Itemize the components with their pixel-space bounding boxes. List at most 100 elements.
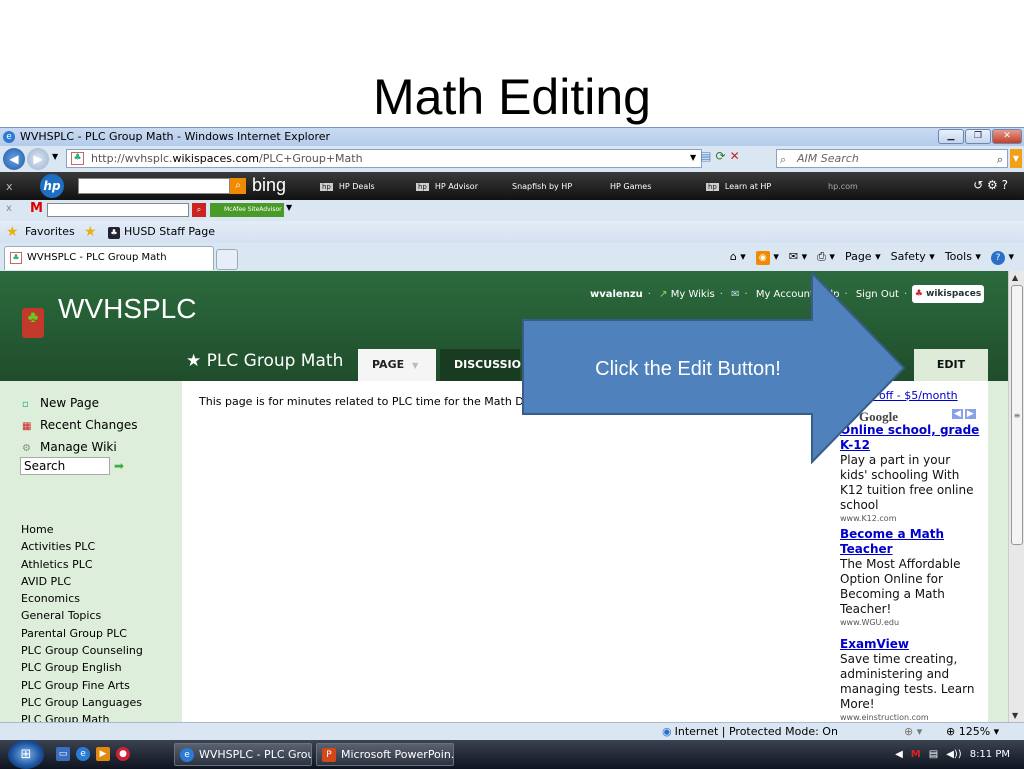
maximize-button[interactable]: ❐ [965,129,991,144]
wiki-logo[interactable]: ♣ WVHSPLC [22,293,196,338]
mcafee-toolbar: x M ⌕ McAfee SiteAdvisor ▼ [0,200,1024,220]
hp-search-input[interactable] [78,178,230,194]
edit-button[interactable]: EDIT [914,349,988,381]
stop-icon[interactable]: ✕ [730,149,740,167]
tab-discussion[interactable]: DISCUSSIO [440,349,521,381]
siteadvisor-button[interactable]: McAfee SiteAdvisor [210,203,284,217]
tab-wvhsplc[interactable]: ♣ WVHSPLC - PLC Group Math [4,246,214,270]
address-bar[interactable]: ♣ http://wvhsplc.wikispaces.com/PLC+Grou… [66,149,702,168]
sidebar-link[interactable]: Athletics PLC [21,556,143,573]
sidebar-link[interactable]: PLC Group Languages [21,694,143,711]
ie-quicklaunch-icon[interactable]: e [76,747,90,761]
back-button[interactable]: ◀ [3,148,25,170]
taskbar-powerpoint-window[interactable]: P Microsoft PowerPoin... [316,743,454,766]
close-button[interactable]: ✕ [992,129,1022,144]
sidebar-link[interactable]: PLC Group Counseling [21,642,143,659]
sidebar-link[interactable]: Economics [21,590,143,607]
scroll-thumb[interactable]: ≡ [1011,285,1023,545]
new-tab-button[interactable] [216,249,238,270]
tab-page[interactable]: PAGE ▼ [358,349,436,381]
page-menu[interactable]: Page ▾ [845,248,881,266]
site-favicon-icon: ♣ [71,152,84,165]
security-zone[interactable]: ◉ Internet | Protected Mode: On [662,723,838,741]
ad-url[interactable]: www.WGU.edu [840,617,980,628]
new-page-link[interactable]: ▫ New Page [22,393,137,415]
zoom-level[interactable]: ⊕ 125% ▾ [946,723,999,741]
ad-title[interactable]: ExamView [840,637,980,652]
firefox-icon[interactable]: ● [116,747,130,761]
hpcom-link[interactable]: hp.com [828,182,858,191]
sidebar-link[interactable]: Home [21,521,143,538]
wikispaces-badge[interactable]: ♣ wikispaces [912,285,984,303]
clock[interactable]: 8:11 PM [970,740,1010,769]
url-prefix: http://wvhsplc. [91,152,173,165]
mail-icon[interactable]: ✉ ▾ [789,248,807,266]
manage-wiki-link[interactable]: ⚙ Manage Wiki [22,437,137,459]
refresh-icon[interactable]: ⟳ [716,149,726,167]
siteadvisor-dropdown-icon[interactable]: ▼ [286,203,292,212]
sidebar-link[interactable]: PLC Group English [21,659,143,676]
history-dropdown-icon[interactable]: ▼ [52,152,58,161]
forward-button[interactable]: ▶ [27,148,49,170]
sidebar-link[interactable]: Activities PLC [21,538,143,555]
taskbar-ie-window[interactable]: eWVHSPLC - PLC Grou... [174,743,312,766]
snapfish-link[interactable]: Snapfish by HP [512,182,572,191]
recent-changes-link[interactable]: ▦ Recent Changes [22,415,137,437]
start-button[interactable]: ⊞ [8,740,44,769]
tray-expand-icon[interactable]: ◀ [895,740,903,769]
address-dropdown-icon[interactable]: ▼ [690,149,696,167]
learn-at-hp-link[interactable]: hp Learn at HP [706,182,771,191]
print-icon[interactable]: ⎙ ▾ [817,248,835,266]
safety-menu[interactable]: Safety ▾ [891,248,935,266]
network-tray-icon[interactable]: ▤ [929,740,938,769]
powerpoint-icon: P [322,748,336,762]
hp-deals-link[interactable]: hp HP Deals [320,182,375,191]
search-go-icon[interactable]: ⌕ [997,151,1003,168]
ad-title[interactable]: Become a Math Teacher [840,527,980,557]
protected-mode-icon[interactable]: ⊕ ▾ [904,723,922,741]
ad-nav-icon[interactable]: ◀ ▶ [950,409,976,419]
favorites-button[interactable]: Favorites [25,221,75,243]
callout-text: Click the Edit Button! [595,358,781,380]
mcafee-search-icon[interactable]: ⌕ [192,203,206,217]
sidebar-link[interactable]: PLC Group Math [21,711,143,722]
vertical-scrollbar[interactable]: ▲ ≡ ▼ [1008,271,1024,722]
callout-arrow: Click the Edit Button! [522,272,906,464]
sidebar-link[interactable]: PLC Group Fine Arts [21,677,143,694]
favorites-star-icon[interactable]: ★ [6,221,19,243]
search-go-arrow-icon[interactable]: ➡ [114,459,124,473]
hp-games-link[interactable]: HP Games [610,182,651,191]
husd-staff-link[interactable]: ♣ HUSD Staff Page [108,221,215,243]
window-title: WVHSPLC - PLC Group Math - Windows Inter… [20,130,331,143]
sidebar-link[interactable]: General Topics [21,607,143,624]
hp-toolbar-close-icon[interactable]: x [6,180,13,193]
hp-advisor-link[interactable]: hp HP Advisor [416,182,478,191]
ad-body: Save time creating, administering and ma… [840,652,975,711]
search-box[interactable]: ⌕ AIM Search ⌕ [776,149,1008,168]
compatibility-icon[interactable]: ▤ [700,149,711,167]
mcafee-tray-icon[interactable]: M [911,740,921,769]
scroll-up-icon[interactable]: ▲ [1012,273,1018,282]
windows-taskbar: ⊞ ▭ e ▶ ● eWVHSPLC - PLC Grou... PMicros… [0,740,1024,769]
search-options-button[interactable]: ▼ [1010,149,1022,168]
home-icon[interactable]: ⌂ ▾ [730,248,746,266]
help-icon[interactable]: ? ▾ [990,248,1014,266]
bing-search-icon[interactable]: ⌕ [230,178,246,194]
show-desktop-icon[interactable]: ▭ [56,747,70,761]
feeds-icon[interactable]: ◉ ▾ [755,248,779,266]
hp-settings-icon[interactable]: ↺ ⚙ ? [973,178,1008,192]
sidebar-link[interactable]: AVID PLC [21,573,143,590]
ad-url[interactable]: www.einstruction.com [840,712,980,722]
tools-menu[interactable]: Tools ▾ [945,248,981,266]
scroll-down-icon[interactable]: ▼ [1012,711,1018,720]
ad-url[interactable]: www.K12.com [840,513,980,524]
add-favorite-icon[interactable]: ★ [84,221,97,243]
hp-logo[interactable]: hp [40,174,64,198]
mcafee-close-icon[interactable]: x [6,203,12,214]
volume-tray-icon[interactable]: ◀)) [946,740,962,769]
minimize-button[interactable]: ▁ [938,129,964,144]
wiki-search-input[interactable]: Search [20,457,110,475]
mcafee-search-input[interactable] [47,203,189,217]
sidebar-link[interactable]: Parental Group PLC [21,625,143,642]
media-player-icon[interactable]: ▶ [96,747,110,761]
